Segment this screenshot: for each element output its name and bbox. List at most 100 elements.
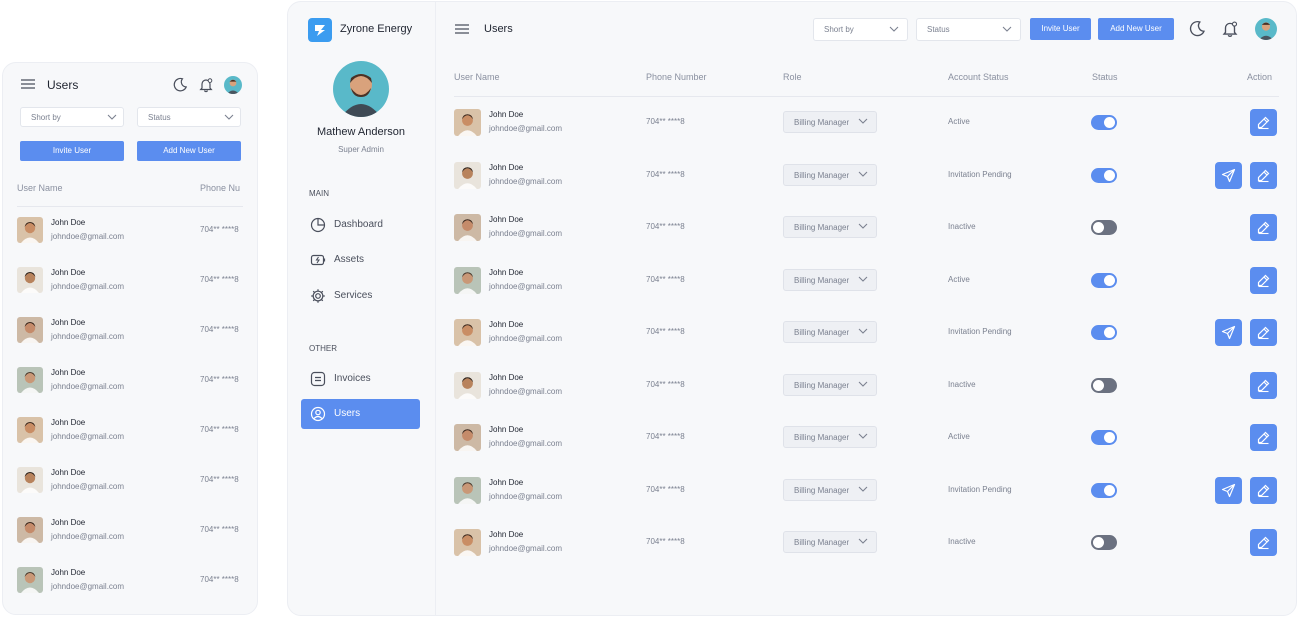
add-new-user-button[interactable]: Add New User (137, 141, 241, 161)
user-name: John Doe (51, 318, 86, 327)
user-phone: 704** ****8 (200, 575, 239, 584)
account-status: Invitation Pending (948, 169, 1012, 179)
user-phone: 704** ****8 (646, 379, 685, 389)
status-toggle[interactable] (1091, 272, 1117, 288)
resend-invite-button[interactable] (1215, 161, 1242, 189)
status-select[interactable]: Status (137, 107, 241, 127)
edit-user-button[interactable] (1250, 109, 1277, 136)
role-select[interactable]: Billing Manager (783, 163, 877, 186)
add-new-user-button[interactable]: Add New User (1098, 18, 1174, 40)
role-select[interactable]: Billing Manager (783, 216, 877, 238)
user-phone: 704** ****8 (200, 375, 239, 384)
invite-user-button[interactable]: Invite User (20, 141, 124, 161)
account-status: Active (948, 274, 970, 284)
mobile-page-title: Users (47, 78, 79, 92)
user-phone: 704** ****8 (200, 525, 239, 534)
avatar[interactable] (1255, 18, 1277, 40)
hamburger-menu-icon[interactable] (21, 79, 35, 89)
chevron-down-icon (858, 538, 868, 544)
status-toggle[interactable] (1091, 325, 1117, 340)
user-photo (17, 217, 43, 243)
role-select[interactable]: Billing Manager (783, 111, 877, 133)
status-toggle[interactable] (1091, 115, 1117, 130)
list-item[interactable]: John Doe johndoe@gmail.com 704** ****8 (3, 267, 257, 317)
list-item[interactable]: John Doe johndoe@gmail.com 704** ****8 (3, 367, 257, 417)
chevron-down-icon (858, 276, 868, 282)
edit-user-button[interactable] (1250, 161, 1277, 189)
invite-user-button[interactable]: Invite User (1030, 18, 1091, 40)
brand-name: Zyrone Energy (340, 23, 413, 35)
role-value: Billing Manager (794, 118, 850, 127)
list-item[interactable]: John Doe johndoe@gmail.com 704** ****8 (3, 317, 257, 367)
edit-user-button[interactable] (1250, 476, 1277, 504)
status-toggle[interactable] (1091, 220, 1117, 235)
column-header-status: Status (1092, 72, 1118, 82)
user-email: johndoe@gmail.com (51, 332, 125, 341)
edit-user-button[interactable] (1250, 214, 1277, 241)
status-toggle[interactable] (1091, 430, 1117, 445)
resend-invite-button[interactable] (1215, 319, 1242, 346)
edit-user-button[interactable] (1250, 266, 1277, 294)
user-phone: 704** ****8 (646, 274, 685, 284)
dark-mode-moon-icon[interactable] (1188, 20, 1206, 38)
header-divider (17, 206, 243, 207)
status-toggle[interactable] (1091, 377, 1117, 393)
account-status: Inactive (948, 222, 976, 231)
edit-user-button[interactable] (1250, 319, 1277, 346)
user-email: johndoe@gmail.com (489, 386, 563, 396)
status-toggle[interactable] (1091, 167, 1117, 183)
role-select[interactable]: Billing Manager (783, 531, 877, 553)
role-value: Billing Manager (794, 538, 850, 547)
edit-user-button[interactable] (1250, 371, 1277, 399)
edit-user-button[interactable] (1250, 424, 1277, 451)
user-phone: 704** ****8 (646, 222, 685, 231)
role-select[interactable]: Billing Manager (783, 321, 877, 343)
hamburger-menu-icon[interactable] (455, 24, 469, 34)
user-email: johndoe@gmail.com (489, 491, 563, 501)
column-header-phone: Phone Nu (200, 183, 241, 193)
table-row: John Doe johndoe@gmail.com 704** ****8 Bill… (288, 161, 1296, 214)
desktop-users-panel: Zyrone Energy Mathew Anderson Super Admi… (287, 1, 1297, 616)
role-select[interactable]: Billing Manager (783, 373, 877, 396)
user-phone: 704** ****8 (646, 117, 685, 126)
sort-by-select[interactable]: Short by (20, 107, 124, 127)
user-phone: 704** ****8 (200, 275, 239, 284)
dark-mode-moon-icon[interactable] (172, 77, 188, 93)
avatar[interactable] (224, 76, 242, 94)
user-phone: 704** ****8 (200, 225, 239, 234)
edit-user-button[interactable] (1250, 529, 1277, 556)
notification-bell-icon[interactable] (1221, 20, 1239, 38)
user-email: johndoe@gmail.com (489, 124, 563, 133)
status-toggle[interactable] (1091, 482, 1117, 498)
list-item[interactable]: John Doe johndoe@gmail.com 704** ****8 (3, 517, 257, 567)
page-title: Users (484, 23, 513, 35)
list-item[interactable]: John Doe johndoe@gmail.com 704** ****8 (3, 217, 257, 267)
user-photo (17, 367, 43, 393)
user-photo (17, 417, 43, 443)
header-divider (454, 96, 1279, 97)
sort-by-placeholder: Short by (824, 25, 854, 34)
toggle-knob (1104, 169, 1115, 181)
notification-bell-icon[interactable] (198, 77, 214, 93)
user-photo (454, 214, 481, 241)
role-select[interactable]: Billing Manager (783, 426, 877, 448)
column-header-user-name: User Name (17, 183, 63, 193)
resend-invite-button[interactable] (1215, 476, 1242, 504)
role-select[interactable]: Billing Manager (783, 478, 877, 501)
status-select[interactable]: Status (916, 18, 1021, 41)
role-select[interactable]: Billing Manager (783, 268, 877, 291)
toggle-knob (1104, 484, 1115, 496)
mobile-users-panel: Users Short by Status Invite User Add Ne… (2, 62, 258, 615)
chevron-down-icon (224, 114, 234, 120)
mobile-header: Users (3, 63, 257, 109)
list-item[interactable]: John Doe johndoe@gmail.com 704** ****8 (3, 567, 257, 614)
list-item[interactable]: John Doe johndoe@gmail.com 704** ****8 (3, 467, 257, 517)
user-email: johndoe@gmail.com (51, 432, 125, 441)
user-phone: 704** ****8 (646, 484, 685, 494)
status-toggle[interactable] (1091, 535, 1117, 550)
sort-by-select[interactable]: Short by (813, 18, 908, 41)
user-photo (454, 109, 481, 136)
toggle-knob (1093, 379, 1104, 391)
list-item[interactable]: John Doe johndoe@gmail.com 704** ****8 (3, 417, 257, 467)
table-row: John Doe johndoe@gmail.com 704** ****8 Bill… (288, 109, 1296, 161)
